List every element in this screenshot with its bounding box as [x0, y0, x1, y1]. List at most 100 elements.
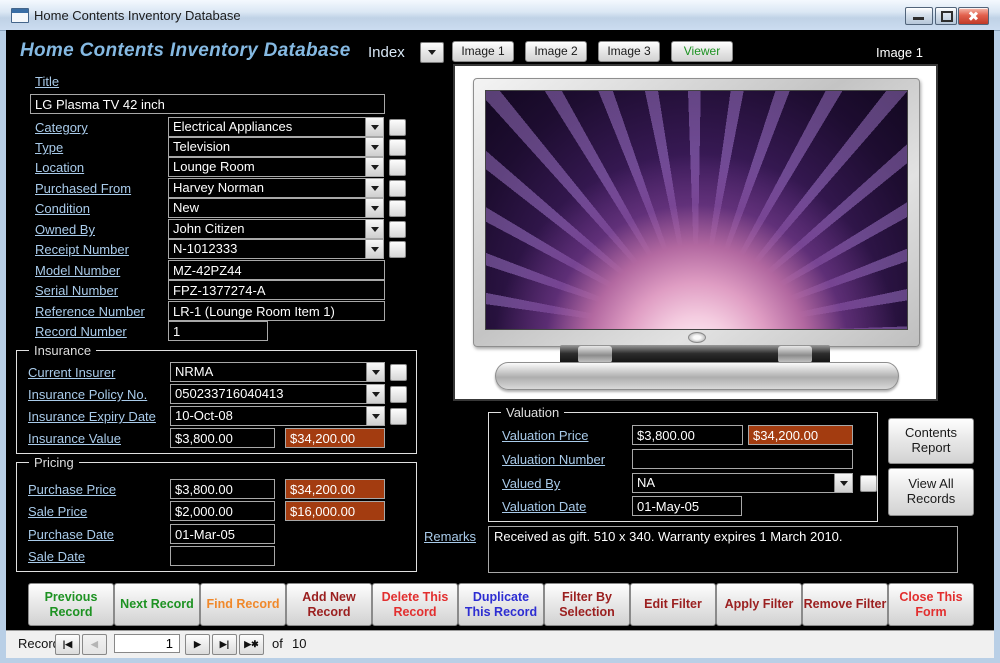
contents-report-button[interactable]: Contents Report [888, 418, 974, 464]
purchase-date-input[interactable] [170, 524, 275, 544]
image3-button[interactable]: Image 3 [598, 41, 660, 62]
sale-price-input[interactable] [170, 501, 275, 521]
duplicate-record-button[interactable]: Duplicate This Record [458, 583, 544, 626]
valuation-date-label: Valuation Date [502, 499, 586, 514]
image2-button[interactable]: Image 2 [525, 41, 587, 62]
remove-filter-button[interactable]: Remove Filter [802, 583, 888, 626]
previous-record-icon[interactable]: ◀ [82, 634, 107, 655]
reference-number-input[interactable] [168, 301, 385, 321]
new-record-icon[interactable]: ▶✱ [239, 634, 264, 655]
type-label: Type [35, 140, 63, 155]
policy-no-label: Insurance Policy No. [28, 387, 147, 402]
expiry-date-aux-button[interactable] [390, 408, 407, 425]
view-all-records-button[interactable]: View All Records [888, 468, 974, 516]
owned-by-select[interactable]: John Citizen [168, 219, 384, 239]
find-record-button[interactable]: Find Record [200, 583, 286, 626]
dropdown-arrow-icon[interactable] [365, 199, 383, 217]
dropdown-arrow-icon[interactable] [365, 118, 383, 136]
purchase-date-label: Purchase Date [28, 527, 114, 542]
apply-filter-button[interactable]: Apply Filter [716, 583, 802, 626]
current-insurer-label: Current Insurer [28, 365, 115, 380]
dropdown-arrow-icon[interactable] [366, 363, 384, 381]
current-record-input[interactable] [114, 634, 180, 653]
purchased-from-aux-button[interactable] [389, 180, 406, 197]
valuation-price-adjusted-input[interactable] [748, 425, 853, 445]
sale-price-adjusted-input[interactable] [285, 501, 385, 521]
location-aux-button[interactable] [389, 159, 406, 176]
valued-by-aux-button[interactable] [860, 475, 877, 492]
titlebar: Home Contents Inventory Database [0, 0, 1000, 31]
delete-record-button[interactable]: Delete This Record [372, 583, 458, 626]
record-total: 10 [292, 636, 306, 651]
policy-no-aux-button[interactable] [390, 386, 407, 403]
pricing-legend: Pricing [29, 455, 79, 470]
owned-by-aux-button[interactable] [389, 221, 406, 238]
valuation-price-input[interactable] [632, 425, 743, 445]
policy-no-select[interactable]: 050233716040413 [170, 384, 385, 404]
type-aux-button[interactable] [389, 139, 406, 156]
sale-date-input[interactable] [170, 546, 275, 566]
dropdown-arrow-icon[interactable] [366, 407, 384, 425]
tv-stand-base [495, 362, 899, 390]
expiry-date-select[interactable]: 10-Oct-08 [170, 406, 385, 426]
item-photo [453, 64, 938, 401]
insurance-value-label: Insurance Value [28, 431, 121, 446]
last-record-icon[interactable]: ▶| [212, 634, 237, 655]
next-record-icon[interactable]: ▶ [185, 634, 210, 655]
close-button[interactable] [958, 7, 989, 25]
dropdown-arrow-icon[interactable] [365, 138, 383, 156]
valued-by-select[interactable]: NA [632, 473, 853, 493]
valuation-legend: Valuation [501, 405, 564, 420]
valuation-date-input[interactable] [632, 496, 742, 516]
condition-aux-button[interactable] [389, 200, 406, 217]
condition-select[interactable]: New [168, 198, 384, 218]
insurance-value-adjusted-input[interactable] [285, 428, 385, 448]
edit-filter-button[interactable]: Edit Filter [630, 583, 716, 626]
current-image-label: Image 1 [876, 45, 923, 60]
remarks-label: Remarks [424, 529, 476, 544]
record-number-label: Record Number [35, 324, 127, 339]
receipt-number-select[interactable]: N-1012333 [168, 239, 384, 259]
previous-record-button[interactable]: Previous Record [28, 583, 114, 626]
first-record-icon[interactable]: |◀ [55, 634, 80, 655]
record-of-label: of [272, 636, 283, 651]
receipt-number-aux-button[interactable] [389, 241, 406, 258]
remarks-input[interactable]: Received as gift. 510 x 340. Warranty ex… [488, 526, 958, 573]
filter-by-selection-button[interactable]: Filter By Selection [544, 583, 630, 626]
record-number-input[interactable] [168, 321, 268, 341]
image1-button[interactable]: Image 1 [452, 41, 514, 62]
valuation-number-input[interactable] [632, 449, 853, 469]
dropdown-arrow-icon[interactable] [834, 474, 852, 492]
add-new-record-button[interactable]: Add New Record [286, 583, 372, 626]
model-number-label: Model Number [35, 263, 120, 278]
dropdown-arrow-icon[interactable] [365, 220, 383, 238]
maximize-button[interactable] [935, 7, 957, 25]
category-aux-button[interactable] [389, 119, 406, 136]
purchase-price-adjusted-input[interactable] [285, 479, 385, 499]
purchased-from-select[interactable]: Harvey Norman [168, 178, 384, 198]
current-insurer-aux-button[interactable] [390, 364, 407, 381]
chevron-down-icon [428, 50, 436, 55]
dropdown-arrow-icon[interactable] [365, 158, 383, 176]
location-select[interactable]: Lounge Room [168, 157, 384, 177]
minimize-button[interactable] [905, 7, 933, 25]
close-form-button[interactable]: Close This Form [888, 583, 974, 626]
viewer-button[interactable]: Viewer [671, 41, 733, 62]
insurance-value-input[interactable] [170, 428, 275, 448]
type-select[interactable]: Television [168, 137, 384, 157]
valuation-price-label: Valuation Price [502, 428, 588, 443]
sale-date-label: Sale Date [28, 549, 85, 564]
serial-number-input[interactable] [168, 280, 385, 300]
category-select[interactable]: Electrical Appliances [168, 117, 384, 137]
dropdown-arrow-icon[interactable] [365, 240, 383, 258]
purchase-price-input[interactable] [170, 479, 275, 499]
index-dropdown[interactable] [420, 42, 444, 63]
dropdown-arrow-icon[interactable] [365, 179, 383, 197]
model-number-input[interactable] [168, 260, 385, 280]
dropdown-arrow-icon[interactable] [366, 385, 384, 403]
title-input[interactable] [30, 94, 385, 114]
tv-brand-logo [688, 332, 706, 343]
category-label: Category [35, 120, 88, 135]
current-insurer-select[interactable]: NRMA [170, 362, 385, 382]
next-record-button[interactable]: Next Record [114, 583, 200, 626]
